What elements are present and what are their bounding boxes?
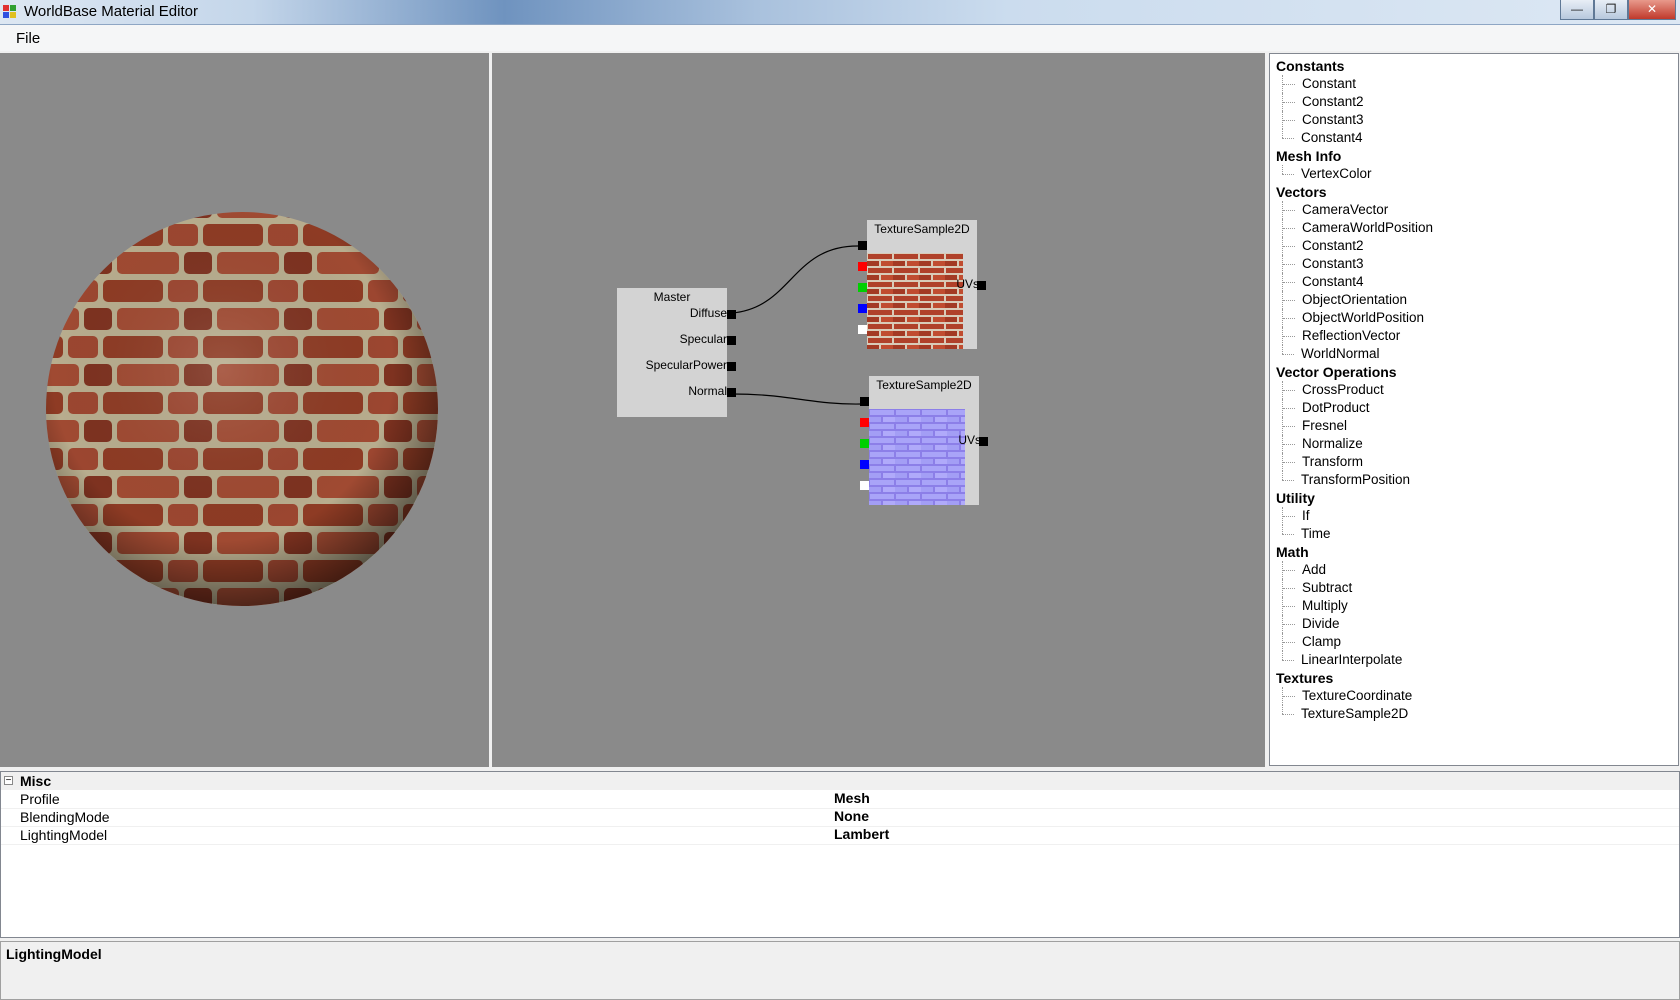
property-name: BlendingMode (20, 809, 110, 825)
palette-category[interactable]: Mesh Info (1276, 147, 1433, 165)
port-diffuse[interactable] (727, 310, 736, 319)
node-graph-canvas[interactable]: Master Diffuse Specular SpecularPower No… (492, 53, 1265, 767)
port-channel-r[interactable] (858, 262, 867, 271)
palette-item[interactable]: Clamp (1282, 633, 1433, 651)
property-category-misc[interactable]: − Misc (1, 772, 1679, 790)
palette-item[interactable]: ObjectWorldPosition (1282, 309, 1433, 327)
palette-item[interactable]: Constant (1282, 75, 1433, 93)
property-name: Profile (20, 791, 60, 807)
minimize-button[interactable]: — (1560, 0, 1594, 20)
palette-category[interactable]: Vectors (1276, 183, 1433, 201)
menu-file[interactable]: File (16, 30, 40, 47)
palette-item[interactable]: Transform (1282, 453, 1433, 471)
property-value[interactable]: Lambert (834, 826, 889, 842)
palette-item[interactable]: Constant2 (1282, 93, 1433, 111)
palette-item[interactable]: TextureCoordinate (1282, 687, 1433, 705)
material-preview-viewport[interactable] (0, 53, 489, 767)
palette-item[interactable]: Divide (1282, 615, 1433, 633)
master-node[interactable]: Master Diffuse Specular SpecularPower No… (617, 288, 736, 417)
palette-item[interactable]: Fresnel (1282, 417, 1433, 435)
palette-item[interactable]: Constant3 (1282, 255, 1433, 273)
property-help-pane: LightingModel (0, 941, 1680, 1000)
port-normal[interactable] (727, 388, 736, 397)
palette-item[interactable]: Add (1282, 561, 1433, 579)
port-uv-input[interactable] (860, 397, 869, 406)
port-channel-g[interactable] (858, 283, 867, 292)
texture-thumbnail-brick (867, 253, 963, 349)
help-title: LightingModel (6, 946, 102, 962)
maximize-button[interactable]: ❐ (1594, 0, 1628, 20)
texture-node-title: TextureSample2D (874, 222, 970, 236)
title-bar: WorldBase Material Editor — ❐ ✕ (0, 0, 1680, 25)
palette-category[interactable]: Textures (1276, 669, 1433, 687)
port-output[interactable] (977, 281, 986, 290)
output-label-uvs: UVs (956, 277, 979, 291)
palette-item[interactable]: If (1282, 507, 1433, 525)
property-value[interactable]: Mesh (834, 790, 870, 806)
collapse-icon[interactable]: − (4, 776, 13, 786)
palette-tree-list: Constants Constant Constant2 Constant3 Const… (1276, 57, 1433, 723)
port-channel-r[interactable] (860, 418, 869, 427)
node-palette-tree[interactable]: Constants Constant Constant2 Constant3 Const… (1269, 53, 1679, 766)
palette-item[interactable]: Constant3 (1282, 111, 1433, 129)
property-row-lightingmodel[interactable]: LightingModel Lambert (1, 826, 1679, 845)
menu-bar: File (0, 25, 1680, 51)
port-specularpower[interactable] (727, 362, 736, 371)
close-button[interactable]: ✕ (1628, 0, 1676, 20)
palette-item[interactable]: TransformPosition (1282, 471, 1433, 489)
preview-sphere (46, 212, 438, 606)
palette-item[interactable]: ObjectOrientation (1282, 291, 1433, 309)
port-label-normal: Normal (688, 384, 727, 398)
palette-item[interactable]: WorldNormal (1282, 345, 1433, 363)
palette-category[interactable]: Math (1276, 543, 1433, 561)
app-icon (3, 5, 17, 19)
port-channel-b[interactable] (858, 304, 867, 313)
palette-item[interactable]: Subtract (1282, 579, 1433, 597)
palette-item[interactable]: Normalize (1282, 435, 1433, 453)
palette-item[interactable]: CameraVector (1282, 201, 1433, 219)
palette-item[interactable]: Constant2 (1282, 237, 1433, 255)
palette-item[interactable]: CrossProduct (1282, 381, 1433, 399)
property-row-profile[interactable]: Profile Mesh (1, 790, 1679, 809)
port-channel-g[interactable] (860, 439, 869, 448)
texture-node-title: TextureSample2D (876, 378, 972, 392)
connection-normal (731, 393, 863, 405)
port-output[interactable] (979, 437, 988, 446)
port-uv-input[interactable] (858, 241, 867, 250)
port-channel-a[interactable] (860, 481, 869, 490)
palette-category[interactable]: Utility (1276, 489, 1433, 507)
palette-category[interactable]: Vector Operations (1276, 363, 1433, 381)
property-value[interactable]: None (834, 808, 869, 824)
port-channel-a[interactable] (858, 325, 867, 334)
property-grid[interactable]: − Misc Profile Mesh BlendingMode None Li… (0, 771, 1680, 938)
master-node-title: Master (653, 290, 691, 304)
connection-diffuse (731, 245, 860, 314)
palette-item[interactable]: Multiply (1282, 597, 1433, 615)
output-label-uvs: UVs (958, 433, 981, 447)
port-specular[interactable] (727, 336, 736, 345)
port-label-specularpower: SpecularPower (645, 358, 727, 372)
palette-item[interactable]: TextureSample2D (1282, 705, 1433, 723)
palette-item[interactable]: Constant4 (1282, 273, 1433, 291)
port-label-specular: Specular (679, 332, 727, 346)
palette-category[interactable]: Constants (1276, 57, 1433, 75)
texture-sample-node[interactable]: TextureSample2D UVs (860, 376, 988, 505)
texture-sample-node[interactable]: TextureSample2D UVs (858, 220, 986, 349)
window-title: WorldBase Material Editor (24, 3, 198, 20)
property-row-blendingmode[interactable]: BlendingMode None (1, 808, 1679, 827)
palette-item[interactable]: VertexColor (1282, 165, 1433, 183)
palette-item[interactable]: CameraWorldPosition (1282, 219, 1433, 237)
texture-thumbnail-normal (869, 409, 965, 505)
palette-item[interactable]: DotProduct (1282, 399, 1433, 417)
port-label-diffuse: Diffuse (689, 306, 727, 320)
palette-item[interactable]: Constant4 (1282, 129, 1433, 147)
palette-item[interactable]: LinearInterpolate (1282, 651, 1433, 669)
port-channel-b[interactable] (860, 460, 869, 469)
property-category-label: Misc (20, 773, 52, 789)
window-controls: — ❐ ✕ (1560, 0, 1676, 20)
property-name: LightingModel (20, 827, 108, 843)
palette-item[interactable]: ReflectionVector (1282, 327, 1433, 345)
palette-item[interactable]: Time (1282, 525, 1433, 543)
